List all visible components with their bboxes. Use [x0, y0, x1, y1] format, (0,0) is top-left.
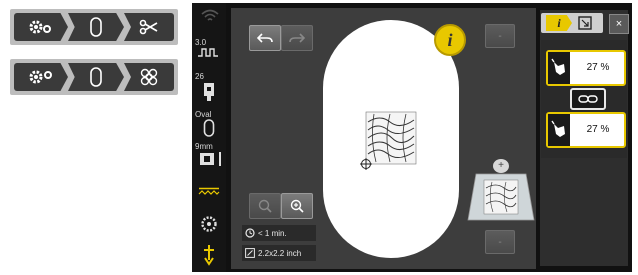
gears-icon	[29, 70, 52, 84]
zoom-out-button[interactable]	[249, 193, 281, 219]
move-up-button[interactable]: -	[485, 24, 515, 48]
needle-value: 26	[195, 72, 204, 81]
add-button[interactable]: +	[493, 159, 509, 173]
stitch-time: < 1 min.	[258, 229, 287, 238]
pattern-crumb[interactable]	[124, 63, 174, 91]
stitch-speed-icon[interactable]	[197, 46, 221, 60]
info-tab[interactable]: i	[546, 15, 572, 31]
zoom-bottom-value: 27 %	[586, 124, 610, 135]
hoop-crumb[interactable]	[68, 63, 124, 91]
oval-hoop-icon	[90, 17, 102, 37]
knot-pattern-icon	[140, 68, 158, 86]
redo-icon	[289, 33, 305, 43]
size-label: 9mm	[195, 142, 213, 151]
minus-icon: -	[498, 30, 502, 42]
hand-pointer-icon	[548, 52, 570, 84]
zoom-top-field[interactable]: 27 %	[546, 50, 626, 86]
thread-tension-icon[interactable]	[198, 187, 220, 197]
plus-icon: +	[498, 160, 504, 171]
zoom-bottom-field[interactable]: 27 %	[546, 112, 626, 148]
cut-crumb[interactable]	[124, 13, 174, 41]
size-info-row: 2.2x2.2 inch	[242, 245, 316, 261]
chain-link-icon	[578, 95, 598, 103]
move-down-button[interactable]: -	[485, 230, 515, 254]
design-preview-icon[interactable]	[466, 172, 536, 222]
zoom-in-button[interactable]	[281, 193, 313, 219]
zoom-top-value: 27 %	[586, 62, 610, 73]
wifi-icon	[201, 9, 219, 21]
zoom-in-icon	[290, 199, 304, 213]
settings-crumb[interactable]	[14, 63, 68, 91]
settings-crumb[interactable]	[14, 13, 68, 41]
needle-down-icon[interactable]	[201, 244, 217, 266]
design-size: 2.2x2.2 inch	[258, 249, 302, 258]
info-icon: i	[557, 15, 561, 30]
hoop-label: Oval	[195, 110, 212, 119]
hand-pointer-icon	[548, 114, 570, 146]
bobbin-icon[interactable]	[201, 216, 217, 232]
undo-button[interactable]	[249, 25, 281, 51]
undo-icon	[257, 33, 273, 43]
time-info-row: < 1 min.	[242, 225, 316, 241]
close-icon: ×	[615, 17, 623, 30]
zoom-out-icon	[258, 199, 272, 213]
link-button[interactable]	[570, 88, 606, 110]
resize-tab-icon[interactable]	[578, 16, 592, 30]
scissors-icon	[139, 19, 158, 35]
breadcrumb-strip-1	[10, 9, 178, 45]
oval-hoop-icon[interactable]	[203, 119, 215, 137]
resize-icon	[245, 248, 255, 258]
gears-icon	[29, 20, 51, 34]
redo-button[interactable]	[281, 25, 313, 51]
embroidery-design[interactable]	[360, 108, 420, 170]
close-button[interactable]: ×	[609, 14, 629, 34]
oval-hoop-icon	[90, 67, 102, 87]
info-icon: i	[447, 29, 453, 50]
needle-plate-icon[interactable]	[199, 151, 225, 167]
clock-icon	[245, 228, 255, 238]
breadcrumb-strip-2	[10, 59, 178, 95]
minus-icon: -	[498, 236, 502, 248]
hoop-crumb[interactable]	[68, 13, 124, 41]
presser-foot-icon[interactable]	[202, 82, 216, 102]
info-button[interactable]: i	[434, 24, 466, 56]
